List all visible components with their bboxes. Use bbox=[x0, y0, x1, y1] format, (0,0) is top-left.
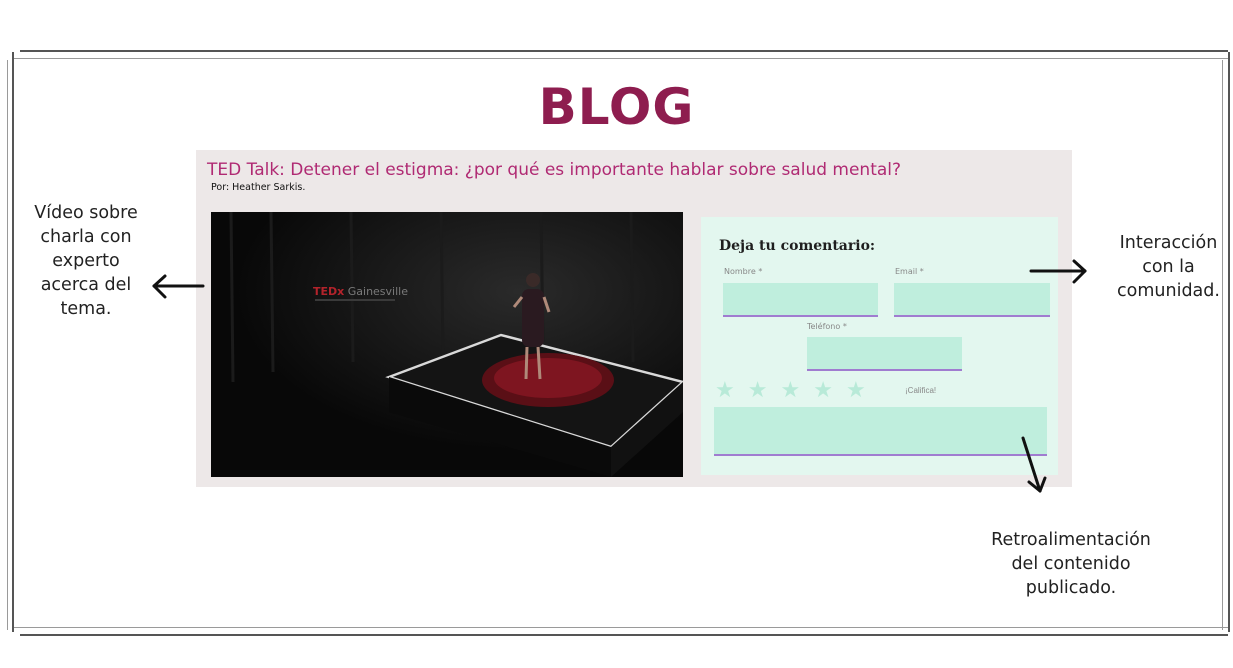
arrow-down-icon bbox=[1021, 436, 1047, 493]
annotation-arrows bbox=[152, 259, 1087, 493]
arrow-right-icon bbox=[1029, 259, 1087, 284]
arrow-left-icon bbox=[152, 274, 205, 299]
